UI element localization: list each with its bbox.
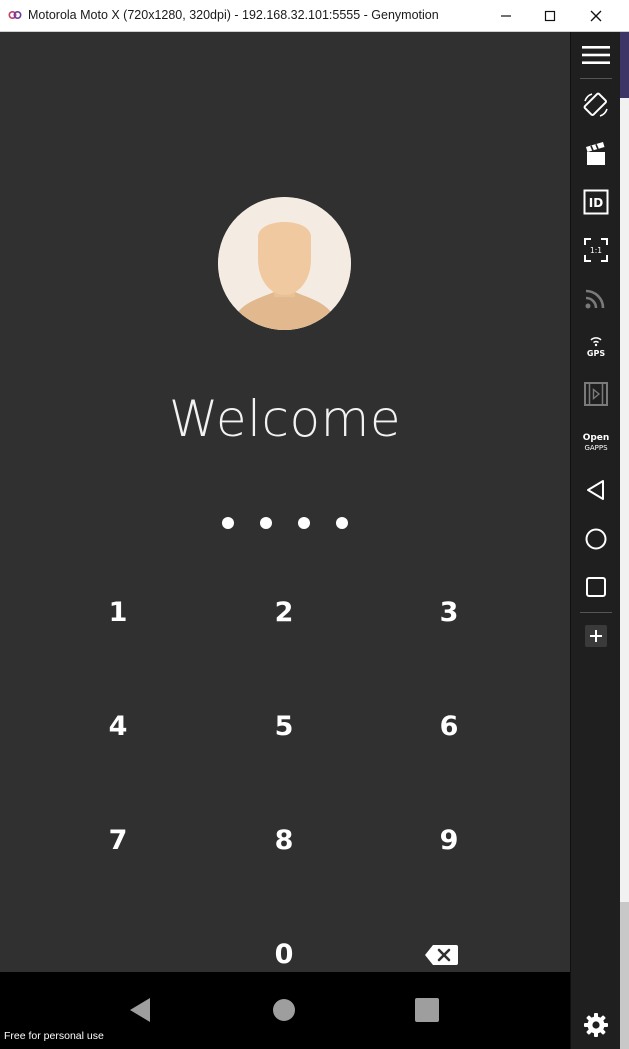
maximize-icon xyxy=(544,10,556,21)
menu-button[interactable] xyxy=(571,35,621,75)
pin-dot xyxy=(336,517,348,529)
open-gapps-icon: Open GAPPS xyxy=(583,433,610,452)
pin-dots xyxy=(0,517,570,529)
key-5[interactable]: 5 xyxy=(244,702,324,752)
key-7[interactable]: 7 xyxy=(78,816,158,866)
back-button[interactable] xyxy=(571,470,621,510)
nav-recents-button[interactable] xyxy=(414,997,440,1023)
key-3[interactable]: 3 xyxy=(409,588,489,638)
capture-button[interactable] xyxy=(571,134,621,174)
home-button[interactable] xyxy=(571,519,621,559)
gps-icon: GPS xyxy=(587,337,605,358)
media-button[interactable] xyxy=(571,374,621,414)
close-icon xyxy=(590,10,602,21)
film-icon xyxy=(584,382,608,406)
recents-icon xyxy=(586,577,606,597)
gear-icon xyxy=(584,1013,608,1037)
clapperboard-icon xyxy=(586,142,605,165)
pin-dot xyxy=(222,517,234,529)
network-icon xyxy=(585,289,605,309)
maximize-button[interactable] xyxy=(527,0,573,31)
nav-back-button[interactable] xyxy=(128,996,152,1024)
back-icon xyxy=(587,480,604,500)
window-title: Motorola Moto X (720x1280, 320dpi) - 192… xyxy=(28,8,439,22)
toolbar-separator xyxy=(580,612,612,613)
key-1[interactable]: 1 xyxy=(78,588,158,638)
svg-text:ID: ID xyxy=(589,196,603,210)
svg-text:GPS: GPS xyxy=(587,349,605,358)
genymotion-app-icon xyxy=(8,10,22,20)
svg-text:Open: Open xyxy=(583,433,610,443)
home-icon xyxy=(585,528,607,550)
settings-button[interactable] xyxy=(571,1005,621,1045)
scrollbar-thumb[interactable] xyxy=(620,902,629,1049)
key-6[interactable]: 6 xyxy=(409,702,489,752)
close-button[interactable] xyxy=(573,0,619,31)
network-button[interactable] xyxy=(571,278,621,318)
rotate-device-icon xyxy=(583,92,608,117)
open-gapps-button[interactable]: Open GAPPS xyxy=(571,422,621,462)
id-icon: ID xyxy=(583,189,609,215)
scrollbar-accent xyxy=(620,32,629,98)
pin-dot xyxy=(298,517,310,529)
key-8[interactable]: 8 xyxy=(244,816,324,866)
key-4[interactable]: 4 xyxy=(78,702,158,752)
rotate-button[interactable] xyxy=(571,85,621,125)
welcome-heading: Welcome xyxy=(168,390,402,448)
toolbar-separator xyxy=(580,78,612,79)
gps-button[interactable]: GPS xyxy=(571,326,621,366)
plus-icon xyxy=(585,625,607,647)
user-avatar-icon xyxy=(218,197,351,330)
more-button[interactable] xyxy=(571,616,621,656)
minimize-button[interactable] xyxy=(483,0,529,31)
pixel-perfect-button[interactable]: 1:1 xyxy=(571,230,621,270)
device-screen[interactable]: Welcome 1 2 3 4 5 6 7 8 9 0 xyxy=(0,32,570,972)
backspace-icon[interactable] xyxy=(424,942,460,968)
minimize-icon xyxy=(501,14,511,17)
svg-text:1:1: 1:1 xyxy=(590,246,602,255)
title-bar: Motorola Moto X (720x1280, 320dpi) - 192… xyxy=(0,0,629,32)
genymotion-toolbar: ID 1:1 GPS Open GAPPS xyxy=(570,32,620,1049)
genymotion-window: Motorola Moto X (720x1280, 320dpi) - 192… xyxy=(0,0,629,1049)
key-0[interactable]: 0 xyxy=(244,930,324,972)
key-2[interactable]: 2 xyxy=(244,588,324,638)
nav-home-button[interactable] xyxy=(272,998,296,1022)
window-scrollbar[interactable] xyxy=(620,32,629,1049)
hamburger-menu-icon xyxy=(582,46,610,64)
recents-button[interactable] xyxy=(571,567,621,607)
device-id-button[interactable]: ID xyxy=(571,182,621,222)
key-9[interactable]: 9 xyxy=(409,816,489,866)
pixel-perfect-icon: 1:1 xyxy=(584,238,608,262)
watermark-text: Free for personal use xyxy=(4,1030,104,1042)
pin-dot xyxy=(260,517,272,529)
svg-text:GAPPS: GAPPS xyxy=(584,444,608,452)
